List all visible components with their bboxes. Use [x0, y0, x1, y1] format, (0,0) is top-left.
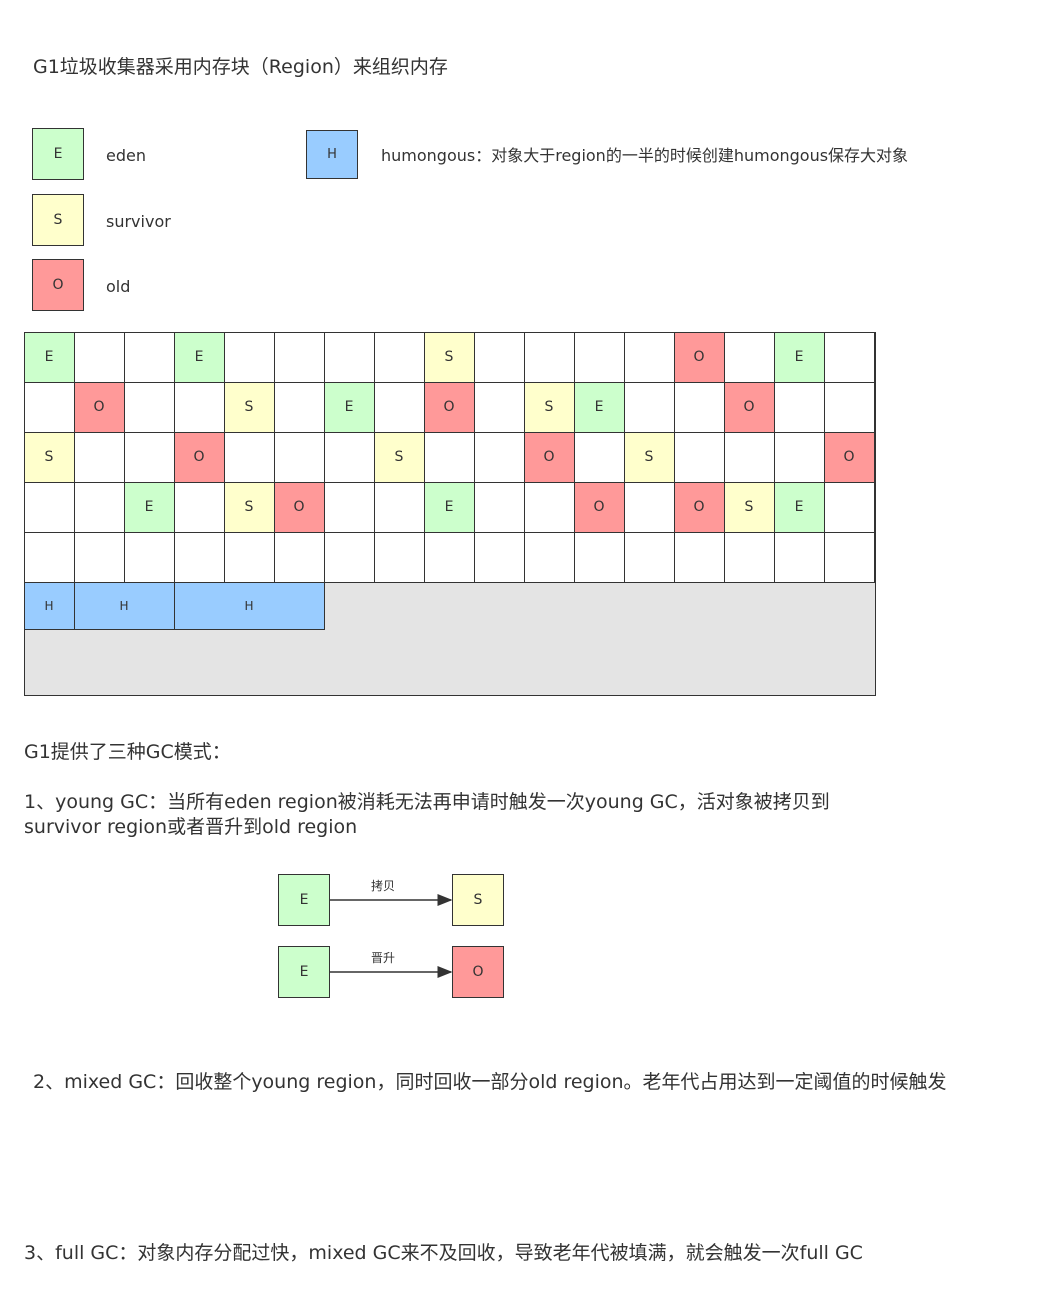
full-gc-text: 3、full GC：对象内存分配过快，mixed GC来不及回收，导致老年代被填… — [24, 1242, 863, 1264]
flow-arrows — [330, 894, 453, 978]
mixed-gc-text: 2、mixed GC：回收整个young region，同时回收一部分old r… — [33, 1071, 947, 1093]
